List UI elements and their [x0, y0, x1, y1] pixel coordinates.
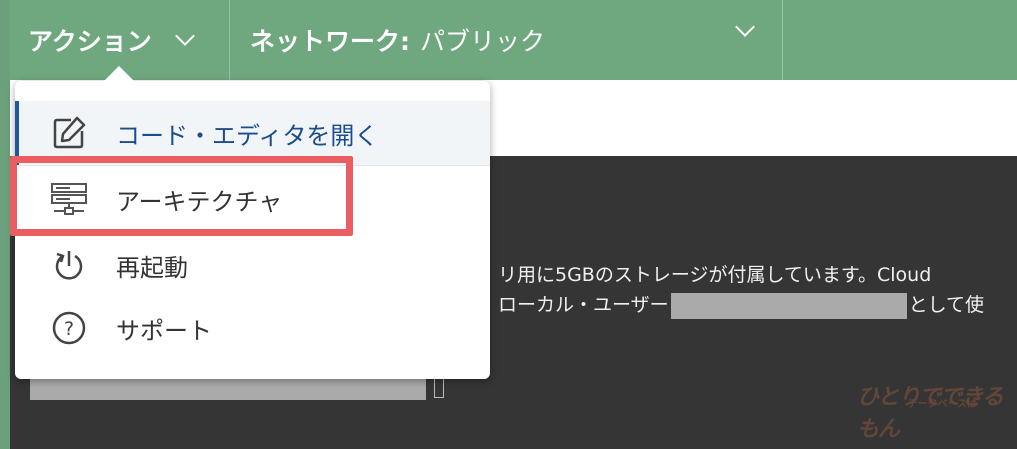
restart-icon: [49, 245, 89, 285]
menu-item-label: サポート: [116, 316, 212, 345]
highlight-annotation-box: [10, 156, 353, 236]
terminal-text: ローカル・ユーザー: [498, 294, 669, 316]
watermark-logo: データベースは ひとりでできるもん: [857, 385, 1007, 443]
watermark-main-text: ひとりでできるもん: [857, 385, 1004, 442]
toolbar-divider: [782, 0, 783, 80]
cloud-shell-toolbar: アクション ネットワーク: パブリック: [10, 0, 1017, 80]
network-value: パブリック: [420, 27, 546, 56]
left-edge: [0, 0, 10, 449]
edit-icon: [49, 113, 89, 153]
terminal-line: リ用に5GBのストレージが付属しています。Cloud: [498, 264, 932, 286]
actions-label: アクション: [28, 27, 152, 56]
redacted-block: [30, 376, 426, 400]
svg-text:?: ?: [64, 318, 74, 340]
menu-item-label: コード・エディタを開く: [116, 121, 379, 150]
menu-item-label: 再起動: [116, 253, 188, 282]
redacted-block: [670, 292, 907, 319]
menu-item-restart[interactable]: 再起動: [15, 233, 490, 297]
chevron-down-icon: [174, 26, 195, 46]
network-label: ネットワーク:: [250, 27, 410, 56]
terminal-line: ローカル・ユーザー として使: [498, 290, 984, 319]
help-icon: ?: [49, 308, 89, 348]
network-select[interactable]: ネットワーク: パブリック: [230, 0, 782, 80]
terminal-cursor: [434, 376, 444, 398]
terminal-text: として使: [908, 294, 985, 316]
chevron-down-icon: [735, 17, 755, 37]
menu-caret: [103, 66, 135, 82]
menu-item-support[interactable]: ? サポート: [15, 296, 490, 360]
